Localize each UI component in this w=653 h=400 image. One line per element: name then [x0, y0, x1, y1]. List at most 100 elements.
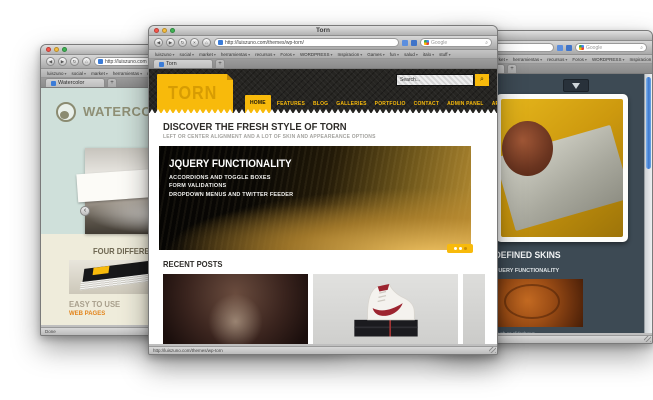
- bookmark-label: stuff: [439, 52, 447, 57]
- pager-dot[interactable]: [459, 247, 462, 250]
- page-headline-text: DISCOVER THE FRESH STYLE OF TORN: [163, 121, 347, 133]
- bookmark-label: WORDPRESS: [592, 57, 622, 62]
- bookmark-item[interactable]: recursos▾: [547, 57, 567, 62]
- resize-grip[interactable]: [489, 346, 496, 353]
- caret-down-icon: ▾: [506, 57, 508, 62]
- bookmark-label: salud: [404, 52, 415, 57]
- back-button[interactable]: ◀: [154, 38, 163, 47]
- bookmark-icon[interactable]: [402, 40, 408, 46]
- bookmark-item[interactable]: market▾: [91, 71, 108, 76]
- bookmark-item[interactable]: social▾: [180, 52, 195, 57]
- tab-torn[interactable]: Torn: [153, 59, 213, 68]
- stop-button[interactable]: ×: [190, 38, 199, 47]
- scrollbar-thumb[interactable]: [646, 77, 651, 169]
- minimize-button[interactable]: [54, 47, 59, 52]
- tab-watercolor[interactable]: Watercolor: [45, 78, 105, 87]
- caret-down-icon: ▾: [360, 52, 362, 57]
- pager-dot[interactable]: [464, 247, 467, 250]
- bookmark-item[interactable]: Inspiracion▾: [629, 57, 652, 62]
- bookmark-item[interactable]: Games▾: [367, 52, 385, 57]
- search-button[interactable]: ⌕: [475, 74, 489, 86]
- post-thumbnail-partial[interactable]: [463, 274, 485, 344]
- torn-logo[interactable]: TORN: [157, 74, 233, 113]
- resize-grip[interactable]: [644, 335, 651, 342]
- bookmark-item[interactable]: Foros▾: [280, 52, 295, 57]
- bookmark-item[interactable]: WORDPRESS▾: [300, 52, 333, 57]
- bookmark-label: Foros: [280, 52, 292, 57]
- status-text: Done: [45, 329, 56, 334]
- bookmark-item[interactable]: italo▾: [423, 52, 434, 57]
- bookmark-label: herramientas: [221, 52, 247, 57]
- bookmark-item[interactable]: fun▾: [390, 52, 399, 57]
- caret-down-icon: ▾: [192, 52, 194, 57]
- bookmark-item[interactable]: herramientas▾: [513, 57, 542, 62]
- tab-favicon: [159, 62, 164, 67]
- slider-pagination: [447, 244, 473, 253]
- caret-down-icon: ▾: [565, 57, 567, 62]
- search-input[interactable]: Search...: [396, 74, 474, 86]
- hero-line: DROPDOWN MENUS AND TWITTER FEEDER: [159, 189, 471, 198]
- bookmark-item[interactable]: herramientas▾: [221, 52, 250, 57]
- bookmark-label: herramientas: [513, 57, 539, 62]
- search-icon: ⌕: [485, 40, 488, 46]
- bookmark-item[interactable]: stuff▾: [439, 52, 450, 57]
- home-button[interactable]: ⌂: [202, 38, 211, 47]
- bookmark-icon[interactable]: [557, 45, 563, 51]
- bookmark-item[interactable]: recursos▾: [255, 52, 275, 57]
- post-thumbnail-rust[interactable]: [163, 274, 308, 344]
- bookmark-item[interactable]: herramientas▾: [113, 71, 142, 76]
- yellow-metal-image: [501, 99, 623, 237]
- scrollbar[interactable]: [644, 74, 652, 333]
- close-button[interactable]: [46, 47, 51, 52]
- home-button[interactable]: ⌂: [82, 57, 91, 66]
- forward-button[interactable]: ▶: [58, 57, 67, 66]
- google-search-field[interactable]: Google ⌕: [420, 38, 492, 47]
- reload-button[interactable]: ↻: [178, 38, 187, 47]
- recent-posts-row: [163, 274, 483, 344]
- bookmark-label: Inspiracion: [629, 57, 651, 62]
- minimize-button[interactable]: [162, 28, 167, 33]
- hero-lines: ACCORDIONS AND TOGGLE BOXESFORM VALIDATI…: [159, 172, 471, 198]
- page-viewport: TORN Search... ⌕ HOME FEATURES BLOG GALL…: [149, 69, 497, 344]
- zoom-button[interactable]: [62, 47, 67, 52]
- new-tab-button[interactable]: +: [507, 64, 517, 73]
- bookmark-item[interactable]: market▾: [199, 52, 216, 57]
- tab-label: Watercolor: [58, 80, 84, 86]
- hero-slider[interactable]: JQUERY FUNCTIONALITY ACCORDIONS AND TOGG…: [159, 146, 471, 250]
- caret-down-icon: ▾: [397, 52, 399, 57]
- bookmark-item[interactable]: social▾: [72, 71, 87, 76]
- new-tab-button[interactable]: +: [215, 59, 225, 68]
- badge-icon: [563, 79, 589, 92]
- close-button[interactable]: [154, 28, 159, 33]
- caret-down-icon: ▾: [330, 52, 332, 57]
- bookmark-item[interactable]: Inspiracion▾: [337, 52, 362, 57]
- url-field[interactable]: http://luiszuno.com/themes/wp-torn/: [214, 38, 399, 47]
- browser-window-torn: Torn ◀ ▶ ↻ × ⌂ http://luiszuno.com/theme…: [148, 25, 498, 355]
- google-search-field[interactable]: Google ⌕: [575, 43, 647, 52]
- slider-prev-button[interactable]: ‹: [80, 206, 90, 216]
- bookmark-item[interactable]: Foros▾: [572, 57, 587, 62]
- hero-title: JQUERY FUNCTIONALITY: [159, 146, 471, 172]
- bookmark-item[interactable]: WORDPRESS▾: [592, 57, 625, 62]
- caret-down-icon: ▾: [540, 57, 542, 62]
- pager-dot[interactable]: [454, 247, 457, 250]
- bookmark-item[interactable]: luiszuno▾: [155, 52, 175, 57]
- rust-valve-image[interactable]: [487, 279, 583, 327]
- new-tab-button[interactable]: +: [107, 78, 117, 87]
- status-bar: http://luiszuno.com/themes/wp-torn: [149, 346, 497, 354]
- titlebar[interactable]: Torn: [149, 26, 497, 36]
- post-thumbnail-sneaker[interactable]: [313, 274, 458, 344]
- forward-button[interactable]: ▶: [166, 38, 175, 47]
- bookmark-item[interactable]: salud▾: [404, 52, 418, 57]
- history-icon[interactable]: [411, 40, 417, 46]
- history-icon[interactable]: [566, 45, 572, 51]
- reload-button[interactable]: ↻: [70, 57, 79, 66]
- back-button[interactable]: ◀: [46, 57, 55, 66]
- zoom-button[interactable]: [170, 28, 175, 33]
- framed-photo[interactable]: [496, 94, 628, 242]
- bookmark-item[interactable]: luiszuno▾: [47, 71, 67, 76]
- caret-down-icon: ▾: [273, 52, 275, 57]
- caret-down-icon: ▾: [383, 52, 385, 57]
- caret-down-icon: ▾: [84, 71, 86, 76]
- torn-logo-text: TORN: [168, 83, 217, 104]
